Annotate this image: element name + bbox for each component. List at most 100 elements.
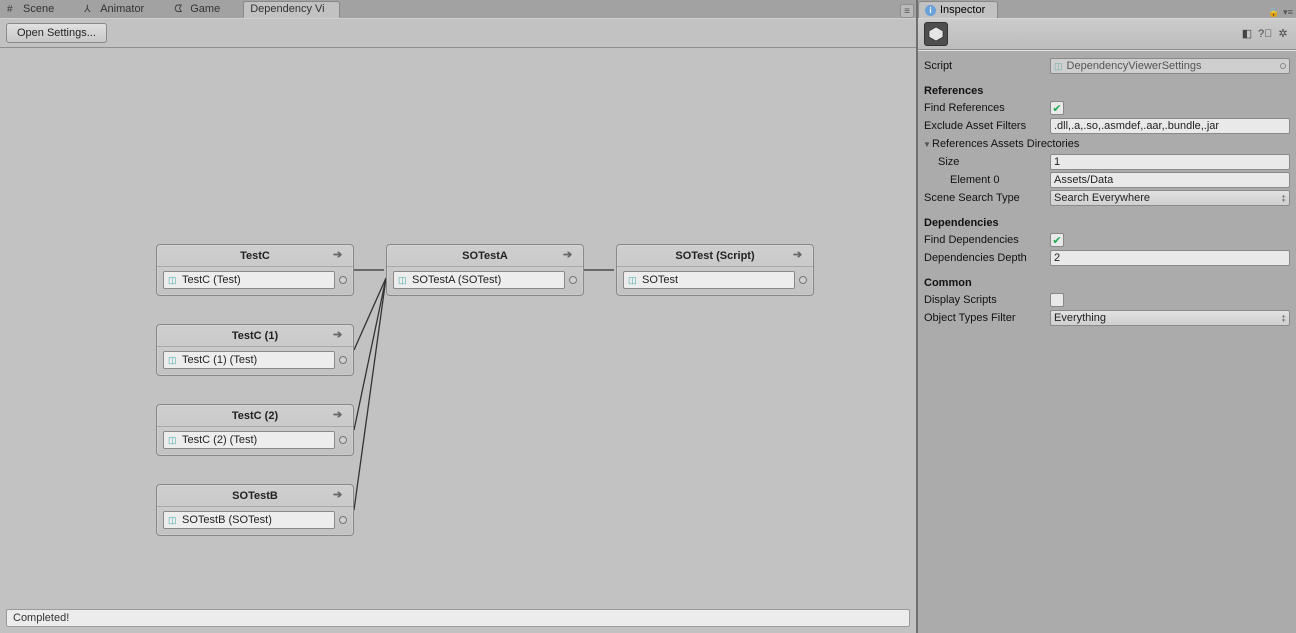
output-port[interactable] — [339, 436, 347, 444]
node-sotestb[interactable]: SOTestB ➔ ◫ SOTestB (SOTest) — [156, 484, 354, 536]
tab-inspector[interactable]: i Inspector — [918, 1, 998, 18]
tab-scene[interactable]: # Scene — [0, 1, 69, 18]
open-settings-button[interactable]: Open Settings... — [6, 23, 107, 43]
find-deps-checkbox[interactable]: ✔ — [1050, 233, 1064, 247]
node-header[interactable]: TestC (1) ➔ — [157, 325, 353, 347]
toolbar: Open Settings... — [0, 18, 916, 48]
node-title: SOTestA — [462, 250, 508, 262]
scene-search-select[interactable]: Search Everywhere ‡ — [1050, 190, 1290, 206]
node-sotest[interactable]: SOTest (Script) ➔ ◫ SOTest — [616, 244, 814, 296]
size-label: Size — [922, 156, 1050, 168]
node-title: SOTest (Script) — [675, 250, 754, 262]
section-common: Common — [924, 277, 1290, 289]
script-field[interactable]: ◫ DependencyViewerSettings — [1050, 58, 1290, 74]
ref-dirs-foldout[interactable]: ▼ References Assets Directories — [922, 135, 1290, 153]
node-testc[interactable]: TestC ➔ ◫ TestC (Test) — [156, 244, 354, 296]
arrow-right-icon: ➔ — [333, 488, 345, 500]
node-title: TestC — [240, 250, 270, 262]
arrow-right-icon: ➔ — [793, 248, 805, 260]
object-field[interactable]: ◫ TestC (2) (Test) — [163, 431, 335, 449]
find-references-checkbox[interactable]: ✔ — [1050, 101, 1064, 115]
gear-icon[interactable]: ✲ — [1276, 27, 1290, 41]
node-title: SOTestB — [232, 490, 278, 502]
main-tabbar: # Scene ⅄ Animator ᗧ Game Dependency Vi … — [0, 0, 916, 18]
node-testc-2[interactable]: TestC (2) ➔ ◫ TestC (2) (Test) — [156, 404, 354, 456]
output-port[interactable] — [569, 276, 577, 284]
obj-types-select[interactable]: Everything ‡ — [1050, 310, 1290, 326]
node-testc-1[interactable]: TestC (1) ➔ ◫ TestC (1) (Test) — [156, 324, 354, 376]
element0-label: Element 0 — [922, 174, 1050, 186]
output-port[interactable] — [799, 276, 807, 284]
arrow-right-icon: ➔ — [333, 248, 345, 260]
object-field[interactable]: ◫ SOTestA (SOTest) — [393, 271, 565, 289]
element0-input[interactable] — [1050, 172, 1290, 188]
info-icon: i — [925, 5, 936, 16]
node-title: TestC (1) — [232, 330, 278, 342]
tabbar-drag-area[interactable] — [348, 1, 900, 18]
tab-label: Inspector — [940, 2, 985, 19]
script-value: DependencyViewerSettings — [1067, 60, 1202, 72]
output-port[interactable] — [339, 516, 347, 524]
inspector-body: Script ◫ DependencyViewerSettings Refere… — [918, 50, 1296, 633]
tab-menu-icon[interactable]: ▾≡ — [1282, 7, 1294, 18]
object-field[interactable]: ◫ SOTestB (SOTest) — [163, 511, 335, 529]
inspector-panel: i Inspector 🔒 ▾≡ ◧ ?⃝ ✲ Script — [918, 0, 1296, 633]
asset-icon: ◫ — [168, 515, 178, 525]
size-input[interactable] — [1050, 154, 1290, 170]
section-references: References — [924, 85, 1290, 97]
ref-dirs-label: References Assets Directories — [932, 138, 1079, 150]
node-header[interactable]: SOTestA ➔ — [387, 245, 583, 267]
object-field-text: SOTest — [642, 274, 678, 286]
tab-animator[interactable]: ⅄ Animator — [77, 1, 159, 18]
tab-dependency-viewer[interactable]: Dependency Vi — [243, 1, 339, 18]
object-field-text: TestC (1) (Test) — [182, 354, 257, 366]
lock-icon[interactable]: 🔒 — [1268, 7, 1280, 18]
deps-depth-input[interactable] — [1050, 250, 1290, 266]
node-sotesta[interactable]: SOTestA ➔ ◫ SOTestA (SOTest) — [386, 244, 584, 296]
graph-canvas[interactable]: TestC ➔ ◫ TestC (Test) TestC (1) ➔ — [0, 48, 916, 609]
node-header[interactable]: TestC (2) ➔ — [157, 405, 353, 427]
tabbar-menu-button[interactable]: ≡ — [900, 4, 914, 18]
script-label: Script — [922, 60, 1050, 72]
select-value: Search Everywhere — [1054, 192, 1150, 204]
tab-label: Scene — [23, 1, 54, 18]
tab-label: Animator — [100, 1, 144, 18]
status-bar: Completed! — [6, 609, 910, 627]
game-icon: ᗧ — [174, 1, 186, 18]
exclude-filters-label: Exclude Asset Filters — [922, 120, 1050, 132]
asset-icon: ◫ — [398, 275, 408, 285]
tab-label: Dependency Vi — [250, 1, 324, 18]
main-panel: # Scene ⅄ Animator ᗧ Game Dependency Vi … — [0, 0, 918, 633]
animator-icon: ⅄ — [84, 1, 96, 18]
asset-icon: ◫ — [628, 275, 638, 285]
tab-game[interactable]: ᗧ Game — [167, 1, 235, 18]
object-field-text: TestC (Test) — [182, 274, 241, 286]
foldout-triangle-icon: ▼ — [922, 140, 932, 149]
layout-icon[interactable]: ◧ — [1240, 27, 1254, 41]
object-field[interactable]: ◫ SOTest — [623, 271, 795, 289]
object-picker-icon[interactable] — [1280, 63, 1286, 69]
node-header[interactable]: SOTestB ➔ — [157, 485, 353, 507]
asset-icon: ◫ — [168, 275, 178, 285]
display-scripts-checkbox[interactable] — [1050, 293, 1064, 307]
object-field[interactable]: ◫ TestC (Test) — [163, 271, 335, 289]
output-port[interactable] — [339, 276, 347, 284]
deps-depth-label: Dependencies Depth — [922, 252, 1050, 264]
asset-icon: ◫ — [1054, 61, 1063, 72]
object-field[interactable]: ◫ TestC (1) (Test) — [163, 351, 335, 369]
help-icon[interactable]: ?⃝ — [1258, 27, 1272, 41]
tab-label: Game — [190, 1, 220, 18]
status-text: Completed! — [13, 612, 69, 624]
section-dependencies: Dependencies — [924, 217, 1290, 229]
object-field-text: SOTestA (SOTest) — [412, 274, 501, 286]
inspector-tabbar: i Inspector 🔒 ▾≡ — [918, 0, 1296, 18]
node-header[interactable]: TestC ➔ — [157, 245, 353, 267]
object-field-text: SOTestB (SOTest) — [182, 514, 272, 526]
scene-icon: # — [7, 1, 19, 18]
exclude-filters-input[interactable] — [1050, 118, 1290, 134]
node-header[interactable]: SOTest (Script) ➔ — [617, 245, 813, 267]
inspector-header: ◧ ?⃝ ✲ — [918, 18, 1296, 50]
scene-search-label: Scene Search Type — [922, 192, 1050, 204]
output-port[interactable] — [339, 356, 347, 364]
select-value: Everything — [1054, 312, 1106, 324]
